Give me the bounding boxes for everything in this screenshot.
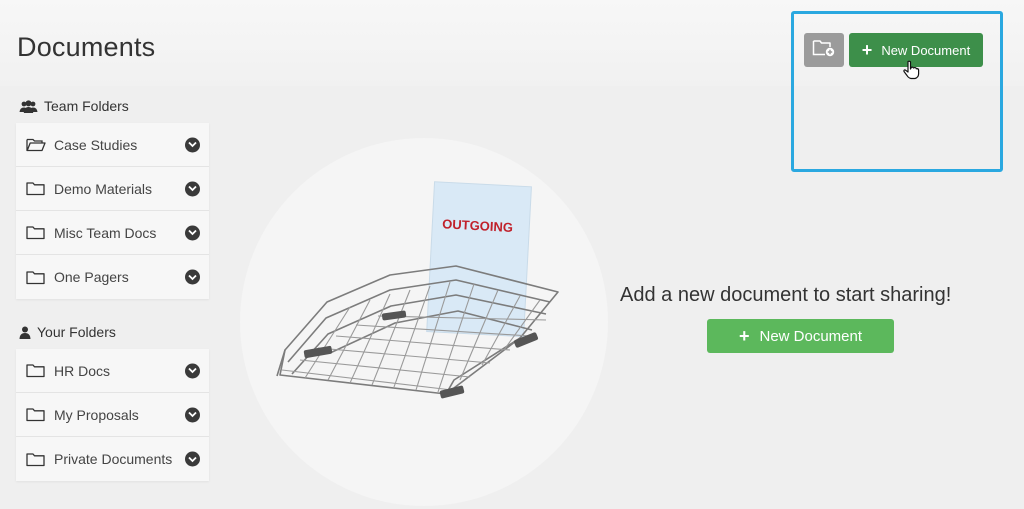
chevron-down-icon[interactable] xyxy=(185,363,200,378)
chevron-down-icon[interactable] xyxy=(185,137,200,152)
your-folders-header: Your Folders xyxy=(19,324,116,340)
chevron-down-icon[interactable] xyxy=(185,269,200,285)
chevron-down-icon[interactable] xyxy=(185,225,200,240)
user-icon xyxy=(19,326,31,339)
folder-label: Demo Materials xyxy=(54,180,153,197)
folder-item-one-pagers[interactable]: One Pagers xyxy=(16,255,209,299)
new-document-label: New Document xyxy=(759,327,863,345)
folder-icon xyxy=(26,269,46,285)
folder-item-misc-team-docs[interactable]: Misc Team Docs xyxy=(16,211,209,255)
folder-item-private-documents[interactable]: Private Documents xyxy=(16,437,209,481)
folder-label: My Proposals xyxy=(54,406,139,423)
new-document-button[interactable]: + New Document xyxy=(707,319,894,353)
highlight-annotation xyxy=(791,11,1003,172)
folder-label: HR Docs xyxy=(54,362,111,379)
chevron-down-icon[interactable] xyxy=(185,451,200,467)
folder-label: Misc Team Docs xyxy=(54,224,157,241)
folder-item-hr-docs[interactable]: HR Docs xyxy=(16,349,209,393)
team-folders-header: Team Folders xyxy=(19,98,129,114)
folder-label: Case Studies xyxy=(54,136,138,153)
folder-icon xyxy=(26,407,46,423)
outgoing-tray-illustration: OUTGOING xyxy=(276,181,559,399)
folder-label: One Pagers xyxy=(54,269,129,285)
folder-icon xyxy=(26,181,46,197)
page-title: Documents xyxy=(17,32,156,62)
your-folder-list: HR Docs My Proposals Private Documents xyxy=(16,349,209,481)
folder-item-my-proposals[interactable]: My Proposals xyxy=(16,393,209,437)
folder-icon xyxy=(26,225,46,241)
team-folder-list: Case Studies Demo Materials Misc Team Do… xyxy=(16,123,209,299)
hand-cursor-icon xyxy=(902,60,920,85)
your-folders-heading: Your Folders xyxy=(37,324,116,340)
chevron-down-icon[interactable] xyxy=(185,181,200,196)
folder-icon xyxy=(26,363,46,379)
group-icon xyxy=(19,99,38,113)
folder-open-icon xyxy=(26,137,46,153)
team-folders-heading: Team Folders xyxy=(44,98,129,114)
folder-label: Private Documents xyxy=(54,451,173,467)
folder-item-case-studies[interactable]: Case Studies xyxy=(16,123,209,167)
folder-icon xyxy=(26,451,46,467)
plus-icon: + xyxy=(738,326,750,346)
empty-state-message: Add a new document to start sharing! xyxy=(620,284,952,306)
chevron-down-icon[interactable] xyxy=(185,407,200,422)
folder-item-demo-materials[interactable]: Demo Materials xyxy=(16,167,209,211)
